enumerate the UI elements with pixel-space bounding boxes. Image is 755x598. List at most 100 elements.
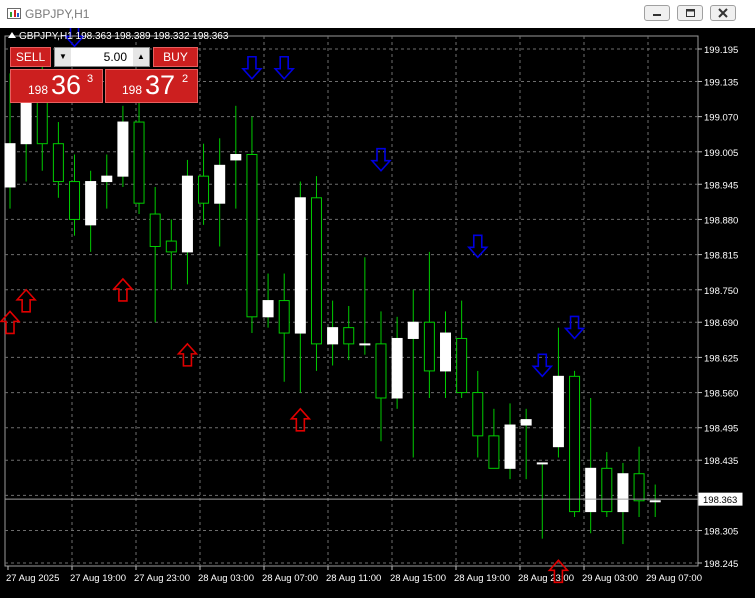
candle-body: [601, 467, 613, 513]
candle-body: [214, 164, 226, 204]
candle-body: [617, 473, 629, 513]
candle-body: [633, 473, 645, 502]
candle-body: [440, 332, 452, 372]
sell-price-sup: 3: [87, 73, 94, 85]
time-axis-label: 29 Aug 03:00: [582, 573, 638, 584]
buy-signal-arrow-icon: [176, 342, 199, 367]
buy-price-box[interactable]: 198 37 2: [105, 69, 198, 103]
candle-body: [359, 343, 371, 346]
close-icon: [718, 8, 728, 18]
candle-body: [4, 143, 16, 188]
window-titlebar: GBPJPY,H1: [0, 0, 755, 28]
time-axis-label: 27 Aug 2025: [6, 573, 59, 584]
lot-size-input[interactable]: 5.00: [73, 50, 131, 64]
price-axis-label: 198.305: [704, 527, 738, 538]
candle-body: [456, 337, 468, 394]
price-axis-label: 198.495: [704, 424, 738, 435]
window-title: GBPJPY,H1: [25, 7, 90, 21]
candle-body: [585, 467, 597, 513]
candle-body: [278, 300, 290, 334]
minimize-button[interactable]: [644, 5, 670, 21]
candle-body: [52, 143, 64, 183]
candle-body: [262, 300, 274, 318]
sell-button[interactable]: SELL: [10, 47, 51, 67]
lot-size-stepper[interactable]: ▼ 5.00 ▲: [54, 47, 150, 67]
candle-body: [343, 327, 355, 345]
price-chart[interactable]: 199.195 199.135 199.070 199.005 198.945 198.8…: [0, 28, 755, 598]
time-axis-label: 28 Aug 19:00: [454, 573, 510, 584]
time-axis-label: 29 Aug 07:00: [646, 573, 702, 584]
price-axis-label: 199.070: [704, 113, 738, 124]
sell-price-big: 36: [51, 70, 82, 100]
time-axis-label: 27 Aug 19:00: [70, 573, 126, 584]
candle-body: [230, 154, 242, 161]
candle-body: [36, 99, 48, 145]
current-price-label: 198.363: [703, 495, 737, 506]
time-axis-label: 27 Aug 23:00: [134, 573, 190, 584]
candle-body: [552, 375, 564, 448]
price-axis-label: 199.195: [704, 45, 738, 56]
time-axis-label: 28 Aug 11:00: [326, 573, 381, 584]
candle-body: [310, 197, 322, 345]
one-click-trading-panel: SELL ▼ 5.00 ▲ BUY 198 36 3 198 37 2: [10, 47, 198, 103]
candle-body: [520, 419, 532, 426]
candle-body: [536, 462, 548, 465]
candle-body: [569, 375, 581, 513]
sell-price-prefix: 198: [28, 83, 49, 97]
chart-window-icon: [7, 8, 21, 19]
buy-price-sup: 2: [182, 73, 189, 85]
candle-body: [488, 435, 500, 469]
lot-increase-icon[interactable]: ▲: [133, 48, 149, 66]
price-axis-label: 199.135: [704, 77, 738, 88]
price-axis-label: 198.625: [704, 353, 738, 364]
time-axis-label: 28 Aug 23:00: [518, 573, 574, 584]
candle-body: [69, 181, 81, 220]
sell-price-box[interactable]: 198 36 3: [10, 69, 103, 103]
time-axis-label: 28 Aug 03:00: [198, 573, 254, 584]
sell-signal-arrow-icon: [241, 55, 263, 80]
price-axis-label: 198.435: [704, 456, 738, 467]
candle-body: [407, 321, 419, 339]
candle-body: [133, 121, 145, 204]
price-axis-label: 198.945: [704, 180, 738, 191]
restore-icon: [686, 9, 695, 17]
candle-body: [423, 321, 435, 372]
candle-body: [149, 213, 161, 247]
candle-body: [117, 121, 129, 177]
price-axis-label: 198.815: [704, 251, 738, 262]
sell-signal-arrow-icon: [563, 315, 586, 340]
chart-symbol-info: GBPJPY,H1 198.363 198.389 198.332 198.36…: [8, 31, 228, 42]
buy-price-big: 37: [145, 70, 176, 100]
buy-signal-arrow-icon: [112, 277, 134, 302]
candle-body: [181, 175, 193, 253]
chart-window[interactable]: 199.195 199.135 199.070 199.005 198.945 198.8…: [0, 28, 755, 598]
candle-body: [165, 240, 177, 253]
price-axis-label: 198.690: [704, 318, 738, 329]
time-axis-label: 28 Aug 07:00: [262, 573, 318, 584]
minimize-icon: [653, 14, 661, 16]
candle-body: [504, 424, 516, 469]
price-axis-label: 198.880: [704, 215, 738, 226]
time-axis-label: 28 Aug 15:00: [390, 573, 446, 584]
ohlc-text: GBPJPY,H1 198.363 198.389 198.332 198.36…: [19, 31, 229, 42]
candle-body: [294, 197, 306, 334]
sell-signal-arrow-icon: [273, 55, 296, 80]
buy-button[interactable]: BUY: [153, 47, 198, 67]
price-axis-label: 198.750: [704, 286, 738, 297]
price-axis-label: 199.005: [704, 148, 738, 159]
lot-decrease-icon[interactable]: ▼: [55, 48, 71, 66]
price-axis-label: 198.245: [704, 559, 738, 570]
candle-body: [246, 154, 258, 318]
candle-body: [20, 99, 32, 145]
candle-body: [198, 175, 210, 204]
buy-signal-arrow-icon: [15, 288, 37, 313]
collapse-triangle-icon[interactable]: [8, 32, 16, 38]
buy-signal-arrow-icon: [0, 310, 21, 335]
sell-signal-arrow-icon: [370, 147, 392, 172]
candle-body: [101, 175, 113, 183]
candle-body: [85, 181, 97, 226]
candle-body: [375, 343, 387, 399]
sell-signal-arrow-icon: [466, 234, 489, 259]
close-button[interactable]: [710, 5, 736, 21]
restore-button[interactable]: [677, 5, 703, 21]
